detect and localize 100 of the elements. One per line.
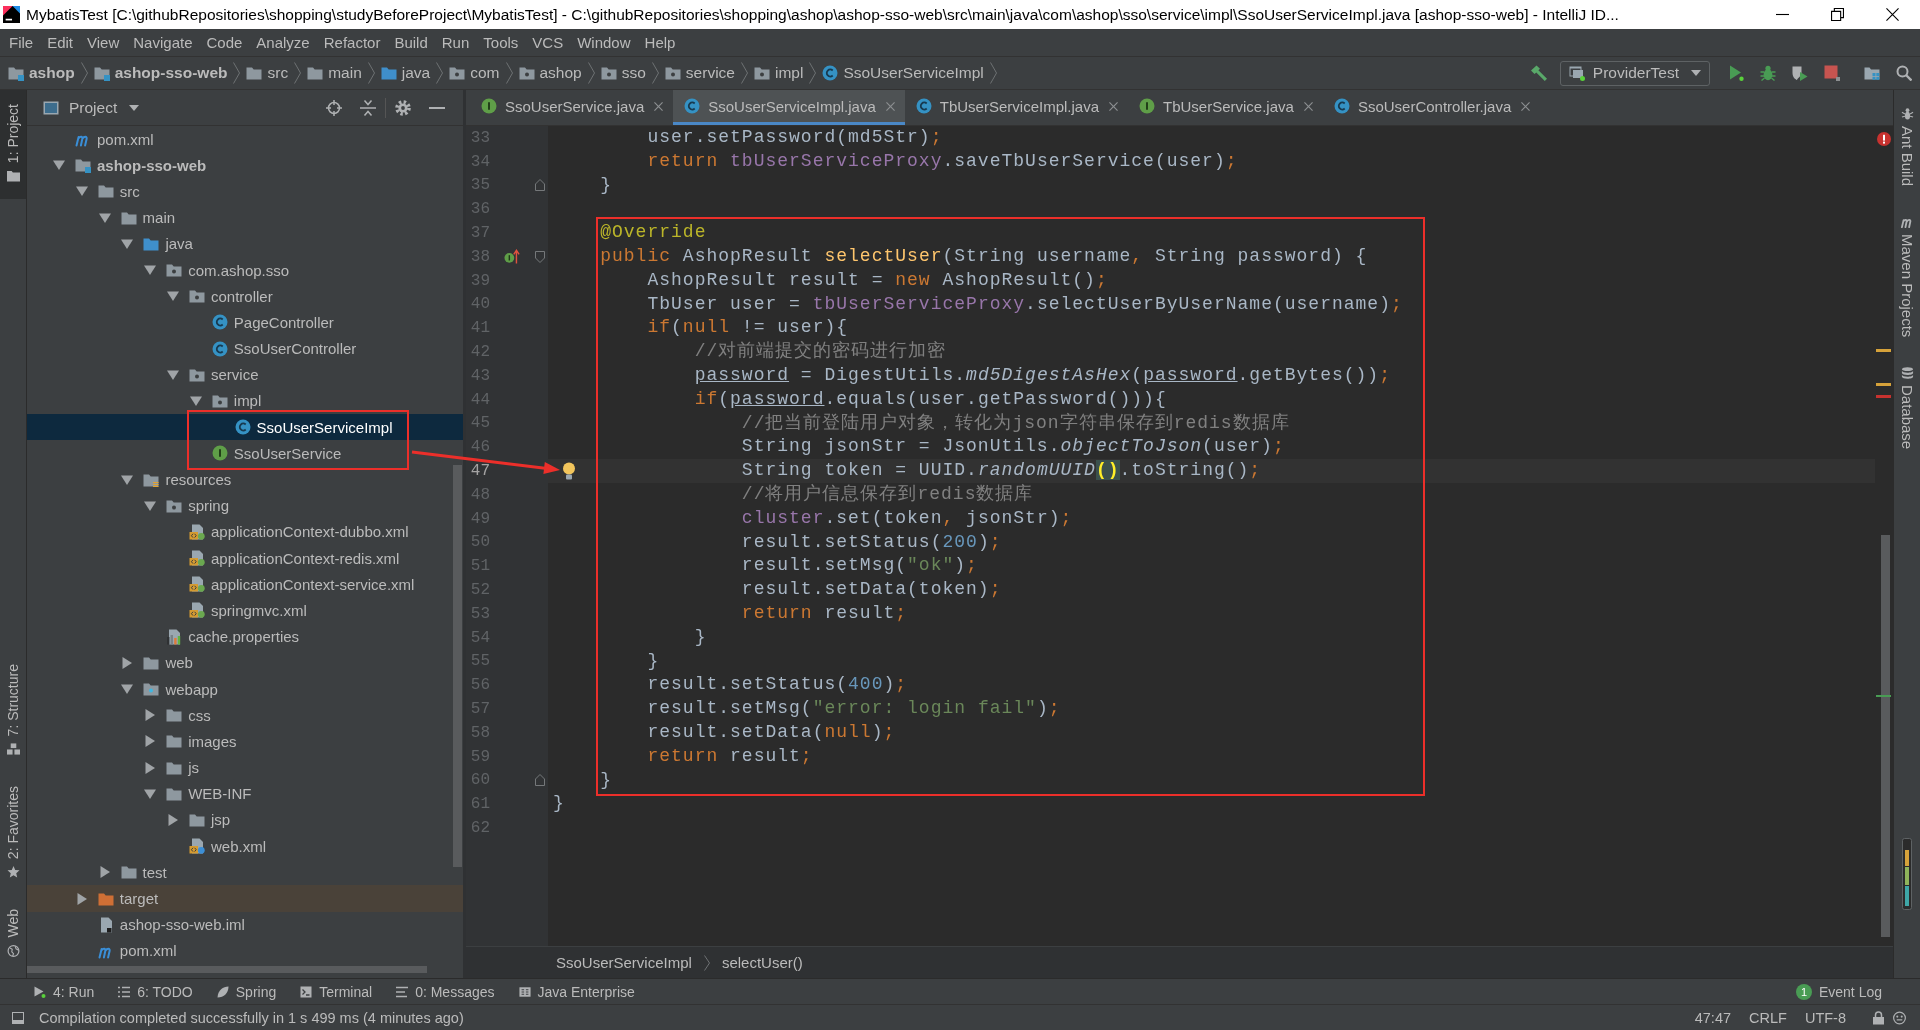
tree-item[interactable]: css [27,702,463,729]
tree-arrow-icon[interactable] [144,735,157,748]
fold-marker-icon[interactable] [535,774,545,787]
tool-window-button[interactable]: Web [0,903,26,970]
scrollbar-thumb[interactable] [1881,535,1890,937]
editor-tab[interactable]: SsoUserService.java [470,90,674,125]
tree-arrow-icon[interactable] [121,473,134,486]
menu-item[interactable]: VCS [525,32,571,53]
tree-item[interactable]: images [27,728,463,755]
code-editor[interactable] [548,126,1875,946]
tree-item[interactable]: web [27,649,463,676]
fold-marker-icon[interactable] [535,250,545,263]
breadcrumb-item[interactable]: impl [753,64,804,82]
encoding-selector[interactable]: UTF-8 [1804,1009,1846,1026]
tool-window-button[interactable]: 1: Project [0,90,26,200]
tree-arrow-icon[interactable] [121,683,134,696]
caret-position[interactable]: 47:47 [1694,1009,1732,1026]
breadcrumb-item[interactable]: java [380,64,431,82]
breadcrumb-item[interactable]: src [246,64,289,82]
editor-tab[interactable]: TbUserServiceImpl.java [904,90,1128,125]
menu-item[interactable]: Analyze [249,32,317,53]
breadcrumb-item[interactable]: service [664,64,735,82]
memory-indicator-icon[interactable] [1902,838,1912,910]
editor-tab[interactable]: SsoUserController.java [1322,90,1541,125]
tree-item[interactable]: service [27,361,463,388]
lightbulb-icon[interactable] [562,462,576,481]
shield-play-icon[interactable] [1792,65,1808,81]
tree-item[interactable]: applicationContext-service.xml [27,571,463,598]
tree-arrow-icon[interactable] [189,394,202,407]
event-log-button[interactable]: 1 Event Log [1795,983,1882,1000]
fold-marker-icon[interactable] [535,179,545,192]
tool-window-button[interactable]: 4: Run [34,983,95,1000]
menu-item[interactable]: Refactor [316,32,388,53]
tree-item[interactable]: jsp [27,806,463,834]
breadcrumb-item[interactable]: main [307,64,362,82]
menu-item[interactable]: File [2,32,41,53]
tree-item[interactable]: resources [27,466,463,493]
breadcrumb-item[interactable]: ashop [8,64,75,82]
tool-window-button[interactable]: 0: Messages [396,983,495,1000]
hammer-icon[interactable] [1529,64,1548,82]
tree-arrow-icon[interactable] [167,813,179,826]
tree-item[interactable]: SsoUserServiceImpl [27,414,463,441]
hide-icon[interactable] [429,106,445,109]
tool-window-button[interactable]: Terminal [300,983,373,1000]
tool-window-button[interactable]: Maven Projects [1898,212,1916,338]
tree-item[interactable]: applicationContext-dubbo.xml [27,518,463,545]
tree-arrow-icon[interactable] [53,159,65,172]
view-selector-dropdown[interactable]: Project [43,98,140,117]
tree-item[interactable]: impl [27,387,463,415]
settings-icon[interactable] [395,99,411,116]
breadcrumb-item[interactable]: SsoUserServiceImpl [822,64,984,82]
stop-icon[interactable] [1824,65,1840,81]
tree-item[interactable]: spring [27,492,463,519]
menu-item[interactable]: Run [434,32,477,53]
tree-item[interactable]: SsoUserController [27,335,463,362]
restore-icon[interactable] [1831,8,1844,21]
search-icon[interactable] [1896,65,1912,81]
tool-window-button[interactable]: Database [1898,363,1916,450]
scrollbar-thumb[interactable] [27,966,427,973]
tree-item[interactable]: webapp [27,675,463,703]
tree-item[interactable]: springmvc.xml [27,597,463,624]
tree-arrow-icon[interactable] [167,368,179,381]
collapse-all-icon[interactable] [360,99,376,116]
tree-arrow-icon[interactable] [75,892,88,905]
menu-item[interactable]: Navigate [126,32,200,53]
breadcrumb-item[interactable]: com [449,64,500,82]
menu-item[interactable]: Tools [476,32,526,53]
menu-item[interactable]: Code [199,32,250,53]
line-separator-selector[interactable]: CRLF [1749,1009,1787,1026]
bug-icon[interactable] [1760,65,1776,81]
breadcrumb-item[interactable]: selectUser() [721,954,803,971]
tree-arrow-icon[interactable] [121,237,134,250]
tree-item[interactable]: ashop-sso-web.iml [27,911,463,938]
scrollbar-thumb[interactable] [453,465,462,867]
tree-arrow-icon[interactable] [144,709,157,722]
tree-item[interactable]: web.xml [27,833,463,860]
menu-item[interactable]: Help [637,32,683,53]
error-icon[interactable] [1877,132,1891,146]
tree-item[interactable]: js [27,754,463,781]
implements-marker-icon[interactable] [504,249,520,265]
tree-item[interactable]: controller [27,283,463,310]
tree-item[interactable]: main [27,204,463,231]
tree-arrow-icon[interactable] [167,290,179,303]
tree-item[interactable]: test [27,859,463,886]
tree-arrow-icon[interactable] [98,211,111,224]
editor-tab[interactable]: SsoUserServiceImpl.java [673,90,905,125]
tool-window-button[interactable]: Spring [216,983,277,1000]
tree-item[interactable]: com.ashop.sso [27,256,463,284]
menu-item[interactable]: Window [570,32,638,53]
lock-icon[interactable] [1872,1010,1885,1025]
breadcrumb-item[interactable]: ashop-sso-web [93,64,228,82]
folder-grid-icon[interactable] [1864,65,1880,81]
breadcrumb-item[interactable]: SsoUserServiceImpl [556,954,692,971]
tree-arrow-icon[interactable] [98,866,111,879]
tree-item[interactable]: ashop-sso-web [27,152,463,179]
tree-item[interactable]: target [27,885,463,912]
tree-arrow-icon[interactable] [121,656,134,669]
tool-window-button[interactable]: 2: Favorites [0,780,26,892]
tree-arrow-icon[interactable] [144,761,157,774]
tree-arrow-icon[interactable] [144,499,157,512]
